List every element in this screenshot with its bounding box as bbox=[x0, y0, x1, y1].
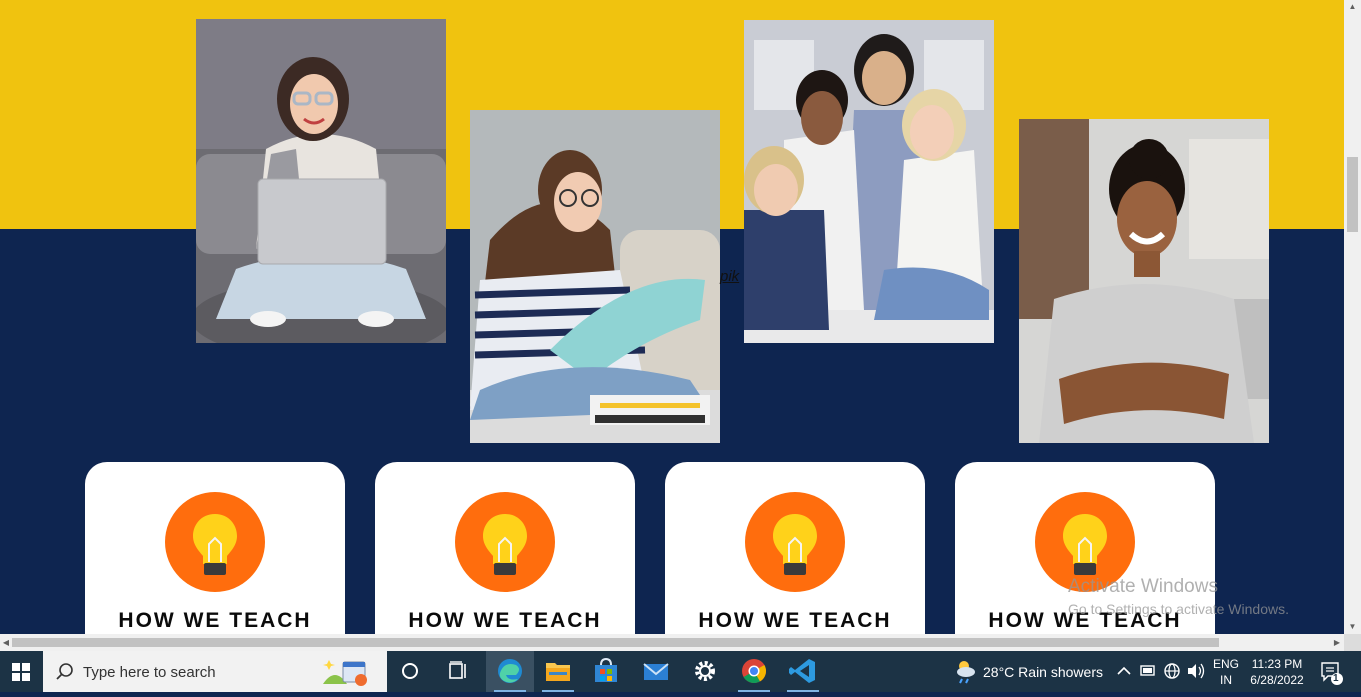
globe-icon[interactable] bbox=[1162, 651, 1182, 692]
chevron-up-icon[interactable] bbox=[1115, 651, 1133, 692]
scrollbar-corner bbox=[1344, 634, 1361, 651]
notification-icon bbox=[1321, 662, 1343, 685]
microsoft-store-button[interactable] bbox=[582, 651, 630, 692]
activate-windows-watermark: Activate Windows Go to Settings to activ… bbox=[1068, 576, 1289, 617]
weather-text[interactable]: 28°C Rain showers bbox=[983, 664, 1103, 680]
windows-logo-icon bbox=[12, 663, 30, 681]
lightbulb-icon bbox=[745, 492, 845, 592]
card-title: HOW WE TEACH bbox=[408, 609, 602, 632]
vscode-icon bbox=[789, 659, 815, 683]
how-we-teach-card: HOW WE TEACH bbox=[665, 462, 925, 634]
clock-time: 11:23 PM bbox=[1251, 657, 1303, 671]
card-title: HOW WE TEACH bbox=[698, 609, 892, 632]
how-we-teach-card: HOW WE TEACH bbox=[375, 462, 635, 634]
watermark-line-1: Activate Windows bbox=[1068, 576, 1218, 597]
how-we-teach-card: HOW WE TEACH bbox=[85, 462, 345, 634]
vertical-scroll-thumb[interactable] bbox=[1347, 157, 1358, 232]
windows-taskbar: Type here to search 28°C Rain showers EN… bbox=[0, 651, 1361, 692]
clock[interactable]: 11:23 PM 6/28/2022 bbox=[1246, 656, 1308, 688]
web-page: pik HOW WE TEACH HOW WE TEACH HOW WE TEA… bbox=[0, 0, 1344, 634]
scroll-down-arrow-icon[interactable]: ▼ bbox=[1344, 620, 1361, 634]
weather-widget[interactable] bbox=[952, 651, 978, 692]
search-placeholder: Type here to search bbox=[83, 664, 216, 681]
chrome-button[interactable] bbox=[730, 651, 778, 692]
task-view-icon bbox=[449, 661, 466, 679]
stray-link-text[interactable]: pik bbox=[720, 268, 739, 285]
search-highlight-icon bbox=[323, 660, 367, 686]
smiling-woman-photo bbox=[1019, 119, 1269, 443]
edge-taskbar-button[interactable] bbox=[486, 651, 534, 692]
task-view-icon-button[interactable] bbox=[434, 651, 482, 692]
taskbar-search-box[interactable]: Type here to search bbox=[43, 651, 387, 692]
folder-icon bbox=[546, 663, 570, 681]
region-code: IN bbox=[1220, 673, 1232, 687]
mail-icon bbox=[643, 663, 669, 680]
scroll-up-arrow-icon[interactable]: ▲ bbox=[1344, 0, 1361, 14]
horizontal-scroll-thumb[interactable] bbox=[12, 638, 1219, 647]
lightbulb-icon bbox=[165, 492, 265, 592]
language-indicator[interactable]: ENG IN bbox=[1213, 656, 1239, 688]
vertical-scrollbar[interactable] bbox=[1344, 0, 1361, 634]
file-explorer-button[interactable] bbox=[534, 651, 582, 692]
settings-button[interactable] bbox=[681, 651, 729, 692]
notification-count: 1 bbox=[1333, 673, 1339, 684]
edge-icon bbox=[498, 659, 522, 683]
vscode-button[interactable] bbox=[779, 651, 827, 692]
search-icon bbox=[56, 663, 73, 680]
cortana-circle-icon bbox=[402, 663, 418, 679]
gear-icon bbox=[695, 661, 715, 681]
language-code: ENG bbox=[1213, 657, 1240, 671]
speaker-icon[interactable] bbox=[1185, 651, 1207, 692]
group-of-students-photo bbox=[744, 20, 994, 343]
mail-button[interactable] bbox=[632, 651, 680, 692]
watermark-line-2: Go to Settings to activate Windows. bbox=[1068, 601, 1289, 617]
store-bag-icon bbox=[595, 657, 617, 682]
card-title: HOW WE TEACH bbox=[118, 609, 312, 632]
chrome-icon bbox=[742, 659, 767, 684]
scroll-left-arrow-icon[interactable]: ◀ bbox=[0, 634, 12, 651]
clock-date: 6/28/2022 bbox=[1250, 673, 1304, 687]
battery-icon[interactable] bbox=[1138, 651, 1158, 692]
lightbulb-icon bbox=[455, 492, 555, 592]
student-with-laptop-photo bbox=[196, 19, 446, 343]
task-view-button[interactable] bbox=[386, 651, 434, 692]
notification-center-button[interactable]: 1 bbox=[1318, 651, 1344, 692]
rain-cloud-icon bbox=[957, 661, 975, 684]
scroll-right-arrow-icon[interactable]: ▶ bbox=[1331, 634, 1343, 651]
start-button[interactable] bbox=[0, 651, 42, 692]
student-reading-photo bbox=[470, 110, 720, 443]
